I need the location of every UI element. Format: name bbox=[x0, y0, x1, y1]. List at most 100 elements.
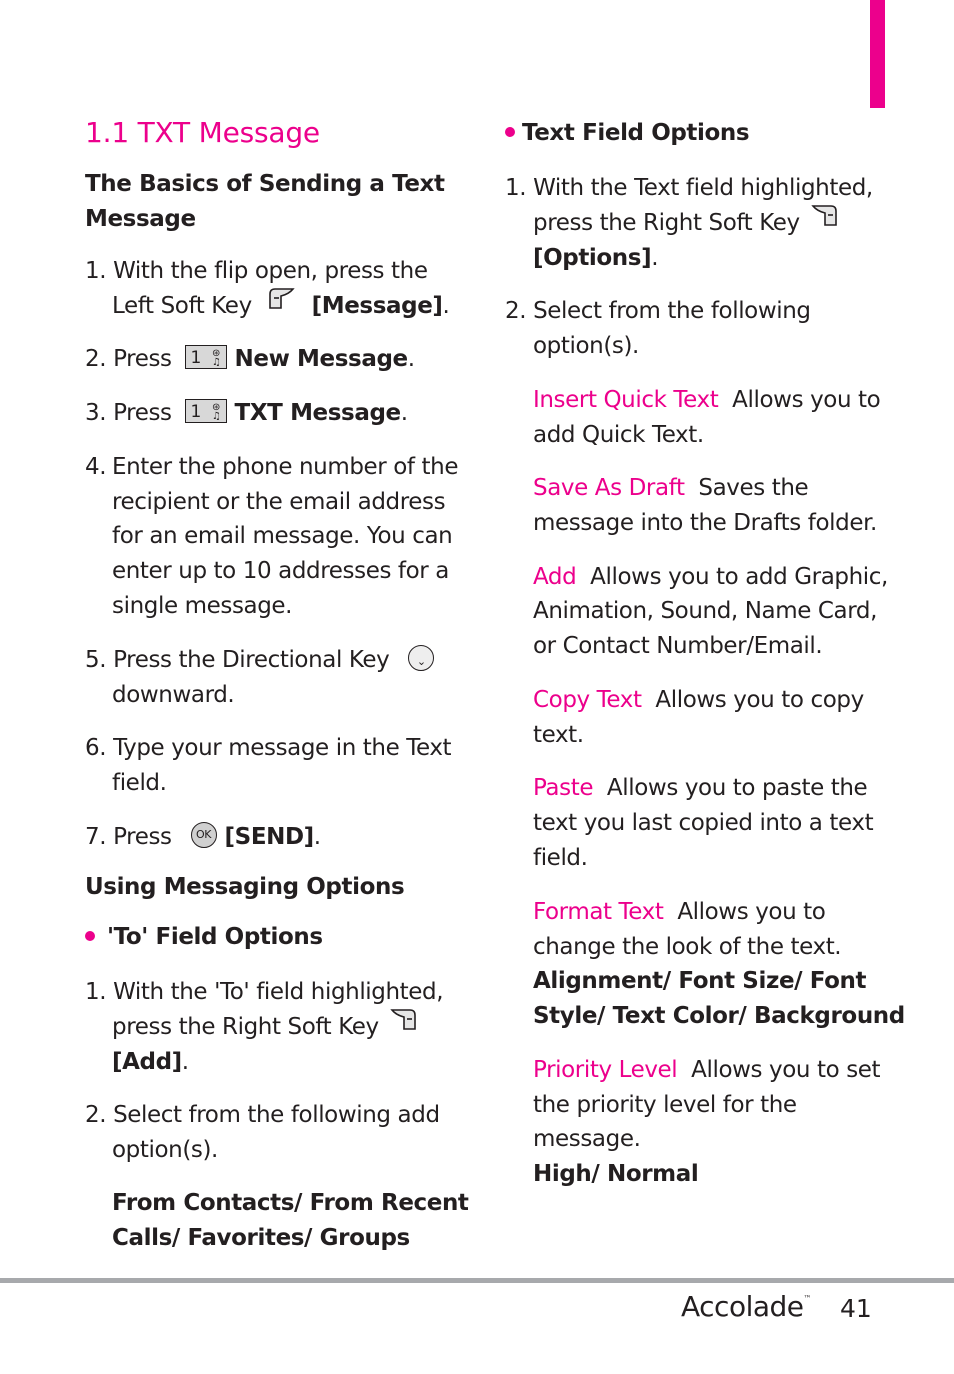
step-text: Press the Directional Key bbox=[113, 647, 390, 673]
punctuation: . bbox=[407, 346, 415, 372]
option-term: Format Text bbox=[533, 899, 664, 925]
text-step-2: 2. Select from the following bbox=[505, 294, 811, 329]
text-field-options-heading: Text Field Options bbox=[505, 116, 750, 151]
step-5-line2: downward. bbox=[112, 682, 235, 708]
text-step-1-line3: [Options]. bbox=[533, 241, 659, 276]
step-4-line3: for an email message. You can bbox=[112, 523, 453, 549]
to-step-1: 1. With the 'To' field highlighted, bbox=[85, 975, 444, 1010]
step-bold-text: New Message bbox=[234, 346, 409, 372]
step-5: 5. Press the Directional Key ⌄ bbox=[85, 643, 440, 678]
punctuation: . bbox=[651, 245, 659, 271]
step-1: 1. With the flip open, press the bbox=[85, 254, 428, 289]
option-desc: Allows you to set bbox=[691, 1057, 881, 1083]
to-step-2: 2. Select from the following add bbox=[85, 1098, 440, 1133]
option-desc-line: add Quick Text. bbox=[533, 422, 704, 448]
option-desc: Allows you to copy bbox=[655, 687, 864, 713]
step-text: Select from the following bbox=[533, 298, 811, 324]
option-desc-line: text. bbox=[533, 722, 584, 748]
step-number: 3. bbox=[85, 400, 107, 426]
option-priority-level: Priority Level Allows you to set bbox=[533, 1053, 881, 1088]
step-text: Type your message in the Text bbox=[113, 735, 452, 761]
option-desc: Saves the bbox=[698, 475, 809, 501]
step-text: With the flip open, press the bbox=[113, 258, 428, 284]
subheading-using-messaging-options: Using Messaging Options bbox=[85, 874, 405, 900]
step-number: 2. bbox=[505, 298, 527, 324]
ok-key-icon: OK bbox=[190, 821, 217, 848]
number-1-voicemail-key-icon: 1 ⊛ ♫ bbox=[184, 398, 227, 423]
step-number: 6. bbox=[85, 735, 107, 761]
to-options-list-line1: From Contacts/ From Recent bbox=[112, 1190, 469, 1216]
step-number: 7. bbox=[85, 824, 107, 850]
option-desc: Allows you to bbox=[677, 899, 826, 925]
step-text: press the Right Soft Key bbox=[533, 210, 800, 236]
right-soft-key-icon bbox=[389, 1007, 418, 1042]
subheading-basics-line2: Message bbox=[85, 206, 196, 232]
step-text: With the 'To' field highlighted, bbox=[113, 979, 444, 1005]
step-3: 3. Press 1 ⊛ ♫ TXT Message. bbox=[85, 396, 408, 431]
option-format-text: Format Text Allows you to bbox=[533, 895, 826, 930]
step-7: 7. Press OK [SEND]. bbox=[85, 820, 321, 855]
step-text: Press bbox=[113, 346, 172, 372]
step-4-line4: enter up to 10 addresses for a bbox=[112, 558, 449, 584]
right-soft-key-icon bbox=[810, 203, 839, 238]
key-label: 1 bbox=[190, 347, 202, 368]
step-6: 6. Type your message in the Text bbox=[85, 731, 452, 766]
step-4-line5: single message. bbox=[112, 593, 293, 619]
step-bold-text: [Message] bbox=[311, 293, 443, 319]
heading-text: 'To' Field Options bbox=[107, 924, 323, 950]
option-term: Paste bbox=[533, 775, 594, 801]
option-term: Insert Quick Text bbox=[533, 387, 719, 413]
step-text: press the Right Soft Key bbox=[112, 1014, 379, 1040]
to-step-1-line3: [Add]. bbox=[112, 1045, 189, 1080]
punctuation: . bbox=[442, 293, 450, 319]
bullet-icon bbox=[505, 126, 515, 137]
brand-name: Accolade bbox=[681, 1290, 804, 1323]
number-1-voicemail-key-icon: 1 ⊛ ♫ bbox=[184, 344, 227, 369]
option-values-line: Style/ Text Color/ Background bbox=[533, 1003, 905, 1029]
option-term: Copy Text bbox=[533, 687, 642, 713]
option-desc-line: message into the Drafts folder. bbox=[533, 510, 877, 536]
option-desc: Allows you to add Graphic, bbox=[590, 564, 888, 590]
step-2: 2. Press 1 ⊛ ♫ New Message. bbox=[85, 342, 415, 377]
subheading-basics-line1: The Basics of Sending a Text bbox=[85, 171, 445, 197]
step-text: Press bbox=[113, 824, 172, 850]
step-number: 1. bbox=[85, 258, 107, 284]
option-copy-text: Copy Text Allows you to copy bbox=[533, 683, 864, 718]
step-text: With the Text field highlighted, bbox=[533, 175, 873, 201]
step-number: 1. bbox=[505, 175, 527, 201]
option-insert-quick-text: Insert Quick Text Allows you to bbox=[533, 383, 881, 418]
step-number: 5. bbox=[85, 647, 107, 673]
step-bold-text: [Add] bbox=[112, 1049, 182, 1075]
text-step-1: 1. With the Text field highlighted, bbox=[505, 171, 873, 206]
option-values-line: Alignment/ Font Size/ Font bbox=[533, 968, 867, 994]
chapter-tab-marker bbox=[870, 0, 885, 108]
text-step-2-line2: option(s). bbox=[533, 333, 639, 359]
option-add: Add Allows you to add Graphic, bbox=[533, 560, 888, 595]
option-desc-line: Animation, Sound, Name Card, bbox=[533, 598, 878, 624]
step-6-line2: field. bbox=[112, 770, 167, 796]
step-bold-text: TXT Message bbox=[234, 400, 402, 426]
option-desc-line: field. bbox=[533, 845, 588, 871]
step-number: 1. bbox=[85, 979, 107, 1005]
to-step-1-line2: press the Right Soft Key bbox=[112, 1007, 426, 1045]
option-paste: Paste Allows you to paste the bbox=[533, 771, 868, 806]
trademark-symbol: ™ bbox=[803, 1294, 812, 1303]
step-4-line2: recipient or the email address bbox=[112, 489, 446, 515]
step-number: 2. bbox=[85, 1102, 107, 1128]
step-text: Select from the following add bbox=[113, 1102, 440, 1128]
step-text: Left Soft Key bbox=[112, 293, 252, 319]
bullet-icon bbox=[85, 930, 95, 941]
option-desc-line: the priority level for the bbox=[533, 1092, 797, 1118]
section-title: 1.1 TXT Message bbox=[85, 116, 320, 149]
punctuation: . bbox=[313, 824, 321, 850]
option-desc-line: message. bbox=[533, 1126, 641, 1152]
step-1-line2: Left Soft Key [Message]. bbox=[112, 288, 450, 324]
heading-text: Text Field Options bbox=[522, 120, 750, 146]
footer-divider bbox=[0, 1278, 954, 1283]
step-text: Press bbox=[113, 400, 172, 426]
brand-logo: Accolade™ bbox=[681, 1290, 812, 1323]
to-field-options-heading: 'To' Field Options bbox=[85, 920, 323, 955]
punctuation: . bbox=[400, 400, 408, 426]
option-term: Priority Level bbox=[533, 1057, 678, 1083]
step-number: 2. bbox=[85, 346, 107, 372]
